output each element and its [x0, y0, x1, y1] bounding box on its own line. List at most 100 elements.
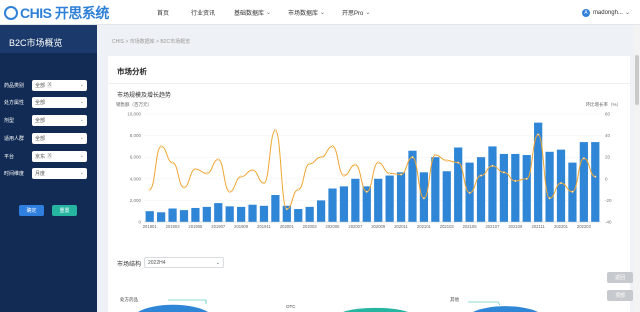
avatar: A	[581, 8, 590, 17]
reset-button[interactable]: 重置	[52, 205, 77, 216]
chis-logo[interactable]: CHIS 开思系统	[4, 3, 109, 22]
growth-rate-point	[399, 173, 403, 176]
target-group-select[interactable]: 全部 ⌄	[32, 132, 87, 144]
x-tick-label: 201909	[234, 224, 249, 229]
nav-home[interactable]: 首页	[157, 0, 169, 25]
pie-otc-arc	[343, 307, 408, 312]
chevron-down-icon: ⌄	[79, 82, 84, 88]
nav-industry-news[interactable]: 行业资讯	[191, 0, 215, 25]
x-tick-label: 201903	[166, 224, 181, 229]
divider	[108, 83, 630, 84]
top-navbar: CHIS 开思系统 首页 行业资讯 基础数据库 ⌄ 市场数据库 ⌄ 开思Pro ⌄ A…	[0, 0, 640, 25]
x-tick-label: 201905	[188, 224, 203, 229]
growth-rate-point	[285, 207, 288, 211]
growth-rate-point	[297, 188, 300, 191]
growth-rate-point	[479, 174, 483, 177]
pie-previews	[138, 299, 538, 312]
growth-rate-point	[308, 162, 311, 165]
growth-rate-point	[331, 145, 334, 148]
time-dimension-select[interactable]: 月度 ⌄	[32, 167, 87, 179]
y-tick-label: 0	[138, 220, 141, 225]
growth-rate-point	[559, 181, 563, 185]
growth-rate-point	[525, 177, 528, 180]
bar	[591, 142, 600, 222]
nav-market-database-label: 市场数据库	[288, 11, 319, 17]
growth-rate-point	[514, 179, 517, 183]
bar	[454, 147, 463, 222]
clear-tag-icon[interactable]: X	[47, 153, 53, 159]
y2-tick-label: -40	[605, 220, 612, 225]
filter-label: 适用人群	[4, 135, 25, 142]
platform-select[interactable]: 京东 X ⌄	[32, 150, 87, 162]
x-tick-label: 201901	[143, 224, 158, 229]
bar	[339, 186, 349, 222]
growth-rate-point	[422, 197, 426, 200]
logo-text: CHIS 开思系统	[20, 4, 109, 21]
bar	[545, 151, 554, 222]
bar	[259, 205, 269, 222]
user-menu[interactable]: A madongh... ⌄	[581, 0, 630, 25]
bar	[214, 203, 223, 222]
growth-rate-point	[537, 133, 540, 136]
chevron-down-icon: ⌄	[79, 117, 84, 123]
filter-time-dimension: 时间维度 月度 ⌄	[4, 167, 94, 179]
nav-market-database[interactable]: 市场数据库 ⌄	[288, 0, 325, 25]
filter-drug-category: 药品类别 全部 X ⌄	[4, 79, 94, 91]
filter-value: 月度	[35, 170, 46, 177]
bar	[168, 208, 177, 222]
y2-tick-label: 60	[605, 112, 611, 117]
x-tick-label: 202103	[440, 224, 455, 229]
growth-rate-point	[342, 174, 346, 177]
clear-tag-icon[interactable]: X	[47, 82, 53, 88]
growth-rate-point	[182, 186, 186, 189]
x-tick-label: 201911	[257, 224, 271, 229]
growth-rate-point	[274, 129, 277, 132]
growth-rate-point	[571, 190, 574, 193]
bar	[236, 206, 246, 222]
logo-ring-icon	[4, 5, 18, 20]
growth-rate-point	[228, 190, 231, 193]
chevron-down-icon: ⌄	[79, 153, 84, 159]
filter-label: 处方属性	[4, 99, 25, 106]
page-scrollbar[interactable]	[634, 25, 640, 312]
x-tick-label: 202007	[348, 224, 363, 229]
x-tick-label: 202107	[485, 224, 500, 229]
bar	[396, 172, 406, 222]
bar	[442, 171, 451, 222]
nav-basic-database[interactable]: 基础数据库 ⌄	[234, 0, 271, 25]
chevron-down-icon: ⌄	[624, 10, 630, 16]
filter-target-group: 适用人群 全部 ⌄	[4, 132, 94, 144]
dosage-form-select[interactable]: 全部 ⌄	[32, 114, 87, 126]
chevron-down-icon: ⌄	[266, 10, 272, 16]
bar	[157, 212, 166, 222]
nav-chis-pro[interactable]: 开思Pro ⌄	[342, 0, 370, 25]
y-tick-label: 4,000	[130, 176, 142, 181]
chevron-down-icon: ⌄	[79, 135, 84, 141]
bar	[294, 209, 303, 222]
filter-value: 全部	[35, 135, 46, 142]
bar	[511, 153, 520, 222]
bar	[225, 206, 234, 222]
chevron-down-icon: ⌄	[365, 10, 371, 16]
structure-period-select[interactable]: 2022H4 ⌄	[144, 257, 224, 268]
growth-rate-point	[205, 172, 208, 175]
pie-rx-leader	[168, 299, 207, 304]
growth-rate-point	[262, 181, 266, 185]
confirm-button[interactable]: 确定	[19, 205, 44, 216]
scrollbar-thumb[interactable]	[635, 55, 639, 105]
growth-rate-point	[434, 153, 437, 157]
y2-tick-label: -20	[605, 198, 612, 203]
y2-tick-label: 20	[605, 155, 611, 160]
pie-rx-arc	[138, 304, 208, 312]
growth-rate-point	[468, 191, 471, 194]
x-tick-label: 202111	[531, 224, 545, 229]
growth-rate-point	[354, 163, 357, 166]
x-tick-label: 201907	[211, 224, 226, 229]
drug-category-select[interactable]: 全部 X ⌄	[32, 79, 87, 91]
bar	[202, 206, 211, 222]
back-button[interactable]: 返回	[607, 272, 633, 283]
back-to-top-button[interactable]: 顶部	[607, 290, 633, 301]
y-tick-label: 8,000	[130, 133, 142, 138]
chevron-down-icon: ⌄	[79, 99, 84, 105]
rx-attribute-select[interactable]: 全部 ⌄	[32, 96, 87, 108]
